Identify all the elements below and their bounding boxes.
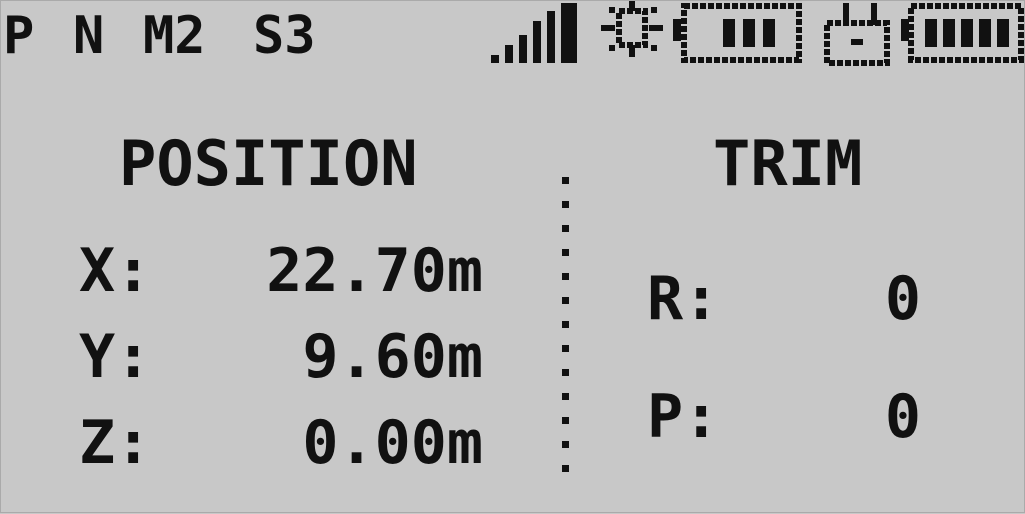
transmitter-icon xyxy=(824,3,890,66)
position-y-label: Y: xyxy=(79,322,151,392)
battery-icon xyxy=(673,3,802,63)
trim-r-label: R: xyxy=(647,264,719,334)
trim-r-value: 0 xyxy=(885,264,921,334)
lcd-canvas: P N M2 S3 POSITION TRIM X: 22.70m Y: 9.6… xyxy=(3,1,1024,478)
position-x-value: 22.70m xyxy=(266,236,483,306)
mode-p-indicator: P xyxy=(3,6,34,66)
position-z-value: 0.00m xyxy=(302,408,483,478)
section-divider xyxy=(562,177,569,472)
position-x-label: X: xyxy=(79,236,151,306)
mode-n-indicator: N xyxy=(73,6,104,66)
signal-icon xyxy=(491,3,577,63)
lcd-screen: P N M2 S3 POSITION TRIM X: 22.70m Y: 9.6… xyxy=(0,0,1025,513)
trim-title: TRIM xyxy=(713,127,862,200)
trim-p-label: P: xyxy=(647,382,719,452)
trim-p-value: 0 xyxy=(885,382,921,452)
position-y-value: 9.60m xyxy=(302,322,483,392)
transmitter-battery-icon xyxy=(901,3,1024,63)
mode-s-indicator: S3 xyxy=(253,6,316,66)
mode-m-indicator: M2 xyxy=(143,6,206,66)
position-z-label: Z: xyxy=(79,408,151,478)
fan-icon xyxy=(601,1,663,57)
position-title: POSITION xyxy=(119,127,418,200)
